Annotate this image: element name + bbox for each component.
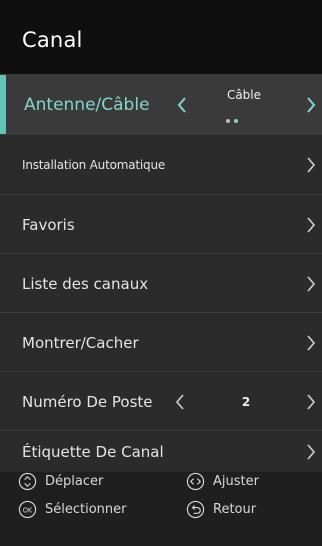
- page-title: Canal: [22, 28, 83, 52]
- channel-number-value: 2: [241, 394, 251, 409]
- menu-item-favoris[interactable]: Favoris: [0, 194, 322, 254]
- menu-item-label: Liste des canaux: [22, 274, 149, 293]
- source-value: Câble: [226, 88, 262, 102]
- footer-hints: Déplacer Ajuster OK Sélectionner Retour: [0, 472, 322, 546]
- chevron-right-icon: [307, 334, 316, 351]
- hint-label: Sélectionner: [45, 502, 127, 517]
- menu-item-installation-automatique[interactable]: Installation Automatique: [0, 134, 322, 195]
- hint-label: Ajuster: [213, 474, 259, 489]
- menu-item-label: Favoris: [22, 215, 75, 234]
- hint-label: Retour: [213, 502, 257, 517]
- chevron-right-icon: [307, 216, 316, 233]
- hint-adjust: Ajuster: [186, 472, 259, 491]
- chevron-left-icon[interactable]: [176, 96, 188, 114]
- hint-label: Déplacer: [45, 474, 104, 489]
- menu-item-numero-de-poste[interactable]: Numéro De Poste 2: [0, 371, 322, 431]
- back-icon: [186, 500, 205, 519]
- chevron-right-icon: [307, 275, 316, 292]
- chevron-right-icon[interactable]: [304, 393, 318, 411]
- menu-item-label: Installation Automatique: [22, 158, 166, 172]
- hint-select: OK Sélectionner: [18, 500, 127, 519]
- menu-item-label: Étiquette De Canal: [22, 443, 164, 461]
- svg-text:OK: OK: [23, 506, 33, 514]
- page-dot-active: [234, 119, 238, 123]
- menu-item-antenne-cable[interactable]: Antenne/Câble Câble: [0, 74, 322, 135]
- menu-item-montrer-cacher[interactable]: Montrer/Cacher: [0, 312, 322, 372]
- leftright-icon: [186, 472, 205, 491]
- page-indicator: [226, 119, 238, 123]
- chevron-right-icon: [307, 157, 316, 173]
- hint-back: Retour: [186, 500, 256, 519]
- page-dot: [226, 119, 230, 123]
- hint-move: Déplacer: [18, 472, 103, 491]
- menu-item-liste-des-canaux[interactable]: Liste des canaux: [0, 253, 322, 313]
- ok-icon: OK: [18, 500, 37, 519]
- updown-icon: [18, 472, 37, 491]
- menu-item-label: Montrer/Cacher: [22, 333, 139, 352]
- menu-item-etiquette-de-canal[interactable]: Étiquette De Canal: [0, 430, 322, 473]
- chevron-right-icon[interactable]: [304, 96, 318, 114]
- chevron-right-icon: [307, 444, 316, 460]
- chevron-left-icon[interactable]: [174, 393, 186, 411]
- menu-item-label: Numéro De Poste: [22, 392, 153, 411]
- header-bar: Canal: [0, 0, 322, 74]
- menu-item-label: Antenne/Câble: [24, 95, 150, 115]
- selection-accent-bar: [0, 75, 6, 135]
